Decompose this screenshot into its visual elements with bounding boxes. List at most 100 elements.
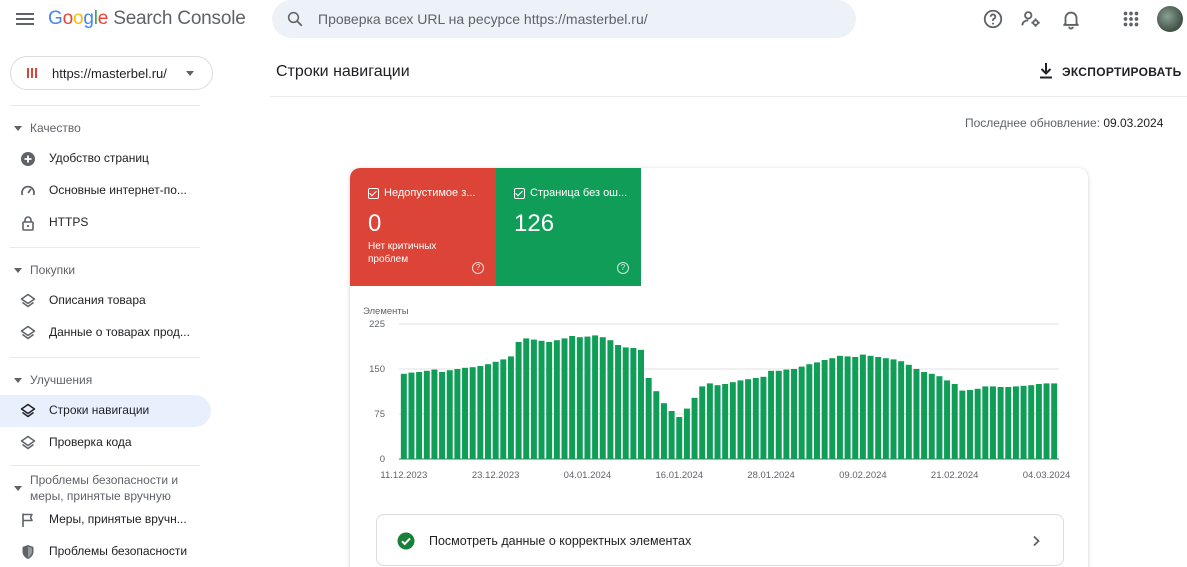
chart-bar[interactable] — [921, 372, 928, 459]
chart-bar[interactable] — [576, 337, 583, 459]
chart-bar[interactable] — [553, 340, 560, 459]
main-menu-icon[interactable] — [16, 10, 36, 30]
chart-bar[interactable] — [454, 369, 461, 459]
manage-users-icon[interactable] — [1020, 8, 1042, 30]
valid-items-tile[interactable]: Страница без ош... 126 ? — [496, 168, 641, 286]
chart-bar[interactable] — [423, 370, 430, 459]
chart-bar[interactable] — [890, 359, 897, 459]
chart-bar[interactable] — [676, 417, 683, 459]
chart-bar[interactable] — [1043, 383, 1050, 459]
chart-bar[interactable] — [1005, 387, 1012, 459]
chart-bar[interactable] — [538, 340, 545, 459]
property-selector[interactable]: https://masterbel.ru/ — [10, 56, 213, 90]
chart-bar[interactable] — [875, 357, 882, 459]
chart-bar[interactable] — [477, 366, 484, 459]
sidebar-item-product-snippets[interactable]: Описания товара — [0, 285, 211, 317]
chart-bar[interactable] — [638, 349, 644, 459]
chart-bar[interactable] — [867, 355, 874, 459]
chart-bar[interactable] — [469, 367, 476, 459]
chart-bar[interactable] — [760, 376, 767, 459]
chart-bar[interactable] — [936, 376, 943, 459]
chart-bar[interactable] — [507, 356, 514, 459]
chart-bar[interactable] — [798, 366, 805, 459]
chart-bar[interactable] — [836, 355, 843, 459]
chart-bar[interactable] — [1020, 385, 1027, 459]
chart-bar[interactable] — [607, 340, 614, 459]
chart-bar[interactable] — [1051, 383, 1058, 459]
chart-bar[interactable] — [485, 364, 491, 459]
chart-bar[interactable] — [500, 359, 507, 459]
app-logo[interactable]: Google Search Console — [48, 8, 246, 30]
checkbox-checked-icon[interactable] — [514, 188, 525, 199]
chart-bar[interactable] — [653, 391, 660, 459]
chart-bar[interactable] — [622, 347, 629, 459]
chart-bar[interactable] — [416, 372, 423, 459]
help-icon[interactable]: ? — [472, 262, 484, 274]
account-avatar[interactable] — [1157, 6, 1183, 32]
chart-bar[interactable] — [967, 390, 973, 459]
chart-bar[interactable] — [546, 342, 553, 459]
sidebar-item-security-issues[interactable]: Проблемы безопасности — [0, 536, 211, 567]
search-input[interactable] — [318, 0, 838, 38]
chart-bar[interactable] — [584, 336, 591, 459]
chart-bar[interactable] — [859, 354, 866, 459]
section-shopping[interactable]: Покупки — [14, 262, 75, 278]
chart-bar[interactable] — [569, 336, 576, 459]
chart-bar[interactable] — [989, 386, 996, 459]
help-icon[interactable]: ? — [617, 262, 629, 274]
sidebar-item-https[interactable]: HTTPS — [0, 207, 211, 239]
chart-bar[interactable] — [668, 411, 675, 459]
chart-bar[interactable] — [729, 382, 736, 459]
chart-bar[interactable] — [515, 342, 522, 459]
chart-bar[interactable] — [928, 373, 935, 459]
notifications-bell-icon[interactable] — [1060, 8, 1082, 30]
chart-bar[interactable] — [997, 387, 1004, 459]
sidebar-item-page-experience[interactable]: Удобство страниц — [0, 143, 211, 175]
chart-bar[interactable] — [775, 370, 782, 459]
chart-bar[interactable] — [462, 367, 469, 459]
chart-bar[interactable] — [592, 335, 599, 459]
chart-bar[interactable] — [905, 364, 912, 459]
chart-bar[interactable] — [791, 369, 798, 459]
chart-bar[interactable] — [959, 390, 966, 459]
invalid-items-tile[interactable]: Недопустимое з... 0 Нет критичных пробле… — [350, 168, 496, 286]
chart-bar[interactable] — [714, 385, 721, 459]
section-security-manual-actions[interactable]: Проблемы безопасности и меры, принятые вр… — [14, 472, 178, 504]
chart-bar[interactable] — [768, 370, 775, 459]
chart-bar[interactable] — [844, 356, 851, 459]
view-valid-items-link[interactable]: Посмотреть данные о корректных элементах — [376, 514, 1064, 566]
chart-bar[interactable] — [561, 338, 568, 459]
chart-bar[interactable] — [944, 380, 951, 459]
chart-bar[interactable] — [913, 369, 920, 459]
chart-bar[interactable] — [783, 369, 790, 459]
chart-bar[interactable] — [431, 369, 438, 459]
chart-bar[interactable] — [492, 361, 499, 459]
chart-bar[interactable] — [982, 386, 989, 459]
chart-bar[interactable] — [852, 357, 859, 459]
chart-bar[interactable] — [806, 364, 813, 459]
chart-bar[interactable] — [898, 361, 905, 459]
chart-bar[interactable] — [400, 373, 407, 459]
checkbox-checked-icon[interactable] — [368, 188, 379, 199]
chart-bar[interactable] — [814, 362, 820, 459]
section-enhancements[interactable]: Улучшения — [14, 372, 92, 388]
chart-bar[interactable] — [599, 337, 606, 459]
chart-bar[interactable] — [974, 388, 981, 459]
chart-bar[interactable] — [691, 397, 698, 459]
chart-bar[interactable] — [439, 372, 446, 459]
sidebar-item-merchant-listings[interactable]: Данные о товарах прод... — [0, 317, 211, 349]
chart-bar[interactable] — [699, 386, 706, 459]
chart-bar[interactable] — [722, 384, 729, 459]
apps-grid-icon[interactable] — [1120, 8, 1142, 30]
chart-bar[interactable] — [737, 380, 744, 459]
chart-bar[interactable] — [829, 358, 836, 459]
chart-bar[interactable] — [752, 378, 759, 459]
chart-bar[interactable] — [660, 403, 667, 459]
chart-bar[interactable] — [523, 338, 530, 459]
chart-bar[interactable] — [446, 370, 453, 459]
chart-bar[interactable] — [530, 339, 537, 459]
chart-bar[interactable] — [706, 383, 713, 459]
chart-bar[interactable] — [745, 379, 752, 459]
chart-bar[interactable] — [951, 384, 958, 459]
chart-bar[interactable] — [408, 372, 415, 459]
